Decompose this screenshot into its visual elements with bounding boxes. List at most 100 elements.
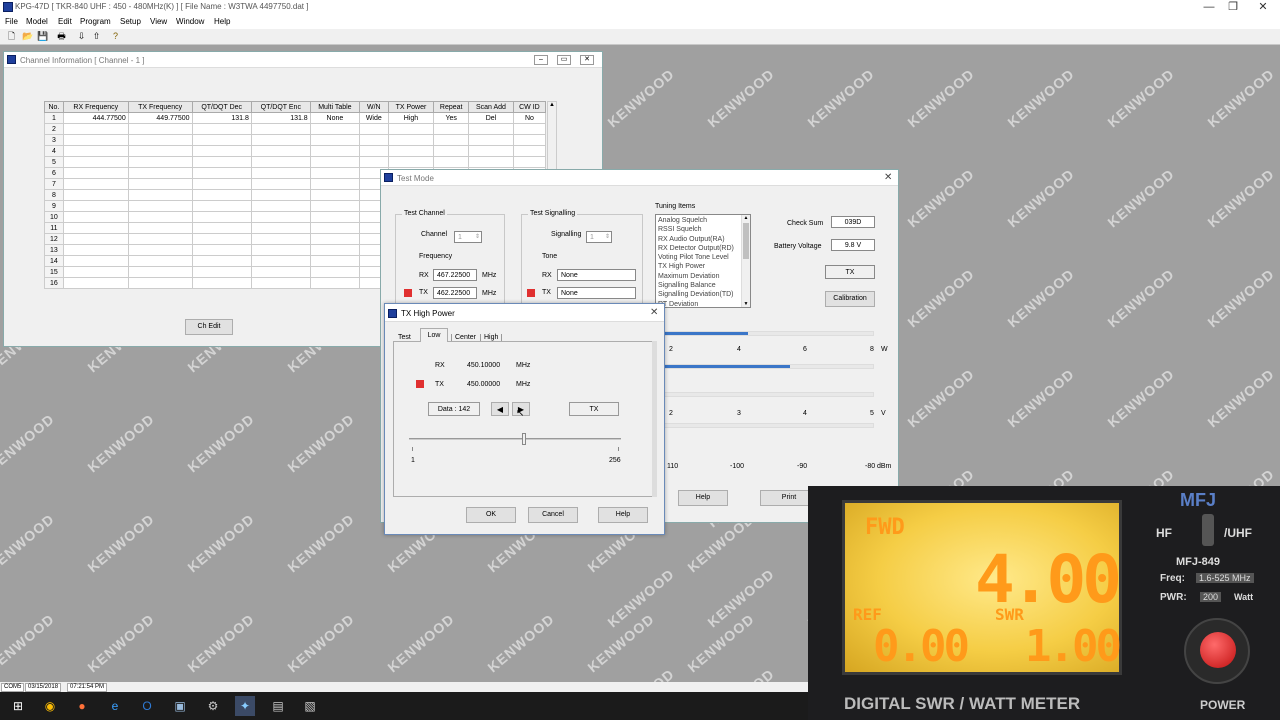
table-cell[interactable]: [309, 200, 361, 212]
table-cell[interactable]: [191, 134, 252, 146]
table-cell[interactable]: [62, 123, 129, 135]
table-cell[interactable]: 449.77500: [127, 112, 193, 124]
windows-start-icon[interactable]: ⊞: [8, 696, 28, 716]
power-slider-track[interactable]: [409, 433, 621, 445]
table-cell[interactable]: 15: [44, 266, 64, 278]
power-button[interactable]: [1200, 632, 1236, 668]
table-cell[interactable]: [250, 156, 311, 168]
table-cell[interactable]: [387, 145, 435, 157]
table-cell[interactable]: 131.8: [250, 112, 311, 124]
table-cell[interactable]: [250, 178, 311, 190]
tuning-list-item[interactable]: TX High Power: [658, 262, 748, 271]
table-cell[interactable]: 10: [44, 211, 64, 223]
signalling-spinbox[interactable]: 1 ⇕: [586, 231, 612, 243]
tuning-list-scrollbar[interactable]: ▲ ▼: [741, 215, 750, 307]
spin-arrows-icon[interactable]: ⇕: [475, 232, 480, 243]
cancel-button[interactable]: Cancel: [528, 507, 578, 523]
write-radio-icon[interactable]: ⇧: [91, 31, 102, 42]
table-cell[interactable]: [127, 156, 193, 168]
table-cell[interactable]: [191, 255, 252, 267]
edge-icon[interactable]: e: [105, 696, 125, 716]
table-cell[interactable]: [309, 189, 361, 201]
column-header[interactable]: No.: [44, 101, 64, 113]
table-cell[interactable]: [433, 145, 470, 157]
table-cell[interactable]: [359, 145, 389, 157]
table-cell[interactable]: [250, 211, 311, 223]
tuning-items-list[interactable]: Analog Squelch RSSI Squelch RX Audio Outpu…: [655, 214, 751, 308]
table-cell[interactable]: [127, 123, 193, 135]
test-mode-close-icon[interactable]: ✕: [884, 172, 892, 183]
table-cell[interactable]: Del: [468, 112, 514, 124]
tuning-list-item[interactable]: RSSI Squelch: [658, 225, 748, 234]
column-header[interactable]: Repeat: [433, 101, 470, 113]
table-cell[interactable]: 8: [44, 189, 64, 201]
table-cell[interactable]: [62, 156, 129, 168]
table-cell[interactable]: [127, 145, 193, 157]
column-header[interactable]: TX Frequency: [127, 101, 193, 113]
table-cell[interactable]: 9: [44, 200, 64, 212]
column-header[interactable]: QT/DQT Enc: [250, 101, 311, 113]
column-header[interactable]: TX Power: [387, 101, 435, 113]
table-cell[interactable]: 11: [44, 222, 64, 234]
table-cell[interactable]: [309, 233, 361, 245]
table-cell[interactable]: [309, 211, 361, 223]
column-header[interactable]: CW ID: [512, 101, 547, 113]
table-cell[interactable]: [468, 123, 514, 135]
table-cell[interactable]: [309, 255, 361, 267]
ch-edit-button[interactable]: Ch Edit: [185, 319, 233, 335]
table-cell[interactable]: 6: [44, 167, 64, 179]
close-button[interactable]: ✕: [1246, 0, 1280, 15]
chrome-icon[interactable]: ◉: [40, 696, 60, 716]
read-radio-icon[interactable]: ⇩: [76, 31, 87, 42]
table-cell[interactable]: [127, 134, 193, 146]
table-cell[interactable]: Yes: [433, 112, 470, 124]
table-cell[interactable]: [433, 134, 470, 146]
table-cell[interactable]: [127, 167, 193, 179]
table-cell[interactable]: [359, 134, 389, 146]
table-cell[interactable]: [250, 266, 311, 278]
decrease-arrow-icon[interactable]: ◀: [491, 402, 509, 416]
table-cell[interactable]: [309, 244, 361, 256]
table-cell[interactable]: [127, 178, 193, 190]
table-cell[interactable]: [62, 233, 129, 245]
table-row[interactable]: 3: [44, 134, 547, 146]
table-cell[interactable]: [62, 145, 129, 157]
table-row[interactable]: 2: [44, 123, 547, 135]
app-window-icon[interactable]: ▣: [170, 696, 190, 716]
column-header[interactable]: QT/DQT Dec: [191, 101, 252, 113]
table-cell[interactable]: [433, 156, 470, 168]
table-cell[interactable]: 14: [44, 255, 64, 267]
menu-edit[interactable]: Edit: [58, 17, 72, 26]
table-cell[interactable]: [127, 200, 193, 212]
table-cell[interactable]: 1: [44, 112, 64, 124]
table-cell[interactable]: [191, 167, 252, 179]
table-cell[interactable]: 444.77500: [62, 112, 129, 124]
calibration-button[interactable]: Calibration: [825, 291, 875, 307]
table-cell[interactable]: [512, 123, 547, 135]
table-cell[interactable]: [62, 222, 129, 234]
ok-button[interactable]: OK: [466, 507, 516, 523]
video-recorder-icon[interactable]: ▧: [300, 696, 320, 716]
table-cell[interactable]: [191, 178, 252, 190]
table-cell[interactable]: High: [387, 112, 435, 124]
table-cell[interactable]: None: [309, 112, 361, 124]
table-cell[interactable]: [309, 266, 361, 278]
column-header[interactable]: W/N: [359, 101, 389, 113]
table-cell[interactable]: [250, 255, 311, 267]
column-header[interactable]: Multi Table: [309, 101, 361, 113]
rx-tone-field[interactable]: None: [557, 269, 636, 281]
test-mode-tx-button[interactable]: TX: [825, 265, 875, 279]
outlook-icon[interactable]: O: [137, 696, 157, 716]
tuning-list-item[interactable]: Analog Squelch: [658, 216, 748, 225]
table-cell[interactable]: [359, 156, 389, 168]
table-cell[interactable]: [191, 145, 252, 157]
tab-high[interactable]: High: [480, 334, 503, 341]
menu-help[interactable]: Help: [214, 17, 230, 26]
table-cell[interactable]: Wide: [359, 112, 389, 124]
menu-program[interactable]: Program: [80, 17, 111, 26]
dialog-tx-button[interactable]: TX: [569, 402, 619, 416]
table-cell[interactable]: [191, 277, 252, 289]
save-icon[interactable]: 💾: [37, 31, 48, 42]
table-cell[interactable]: [62, 189, 129, 201]
power-slider-thumb[interactable]: [522, 433, 526, 445]
